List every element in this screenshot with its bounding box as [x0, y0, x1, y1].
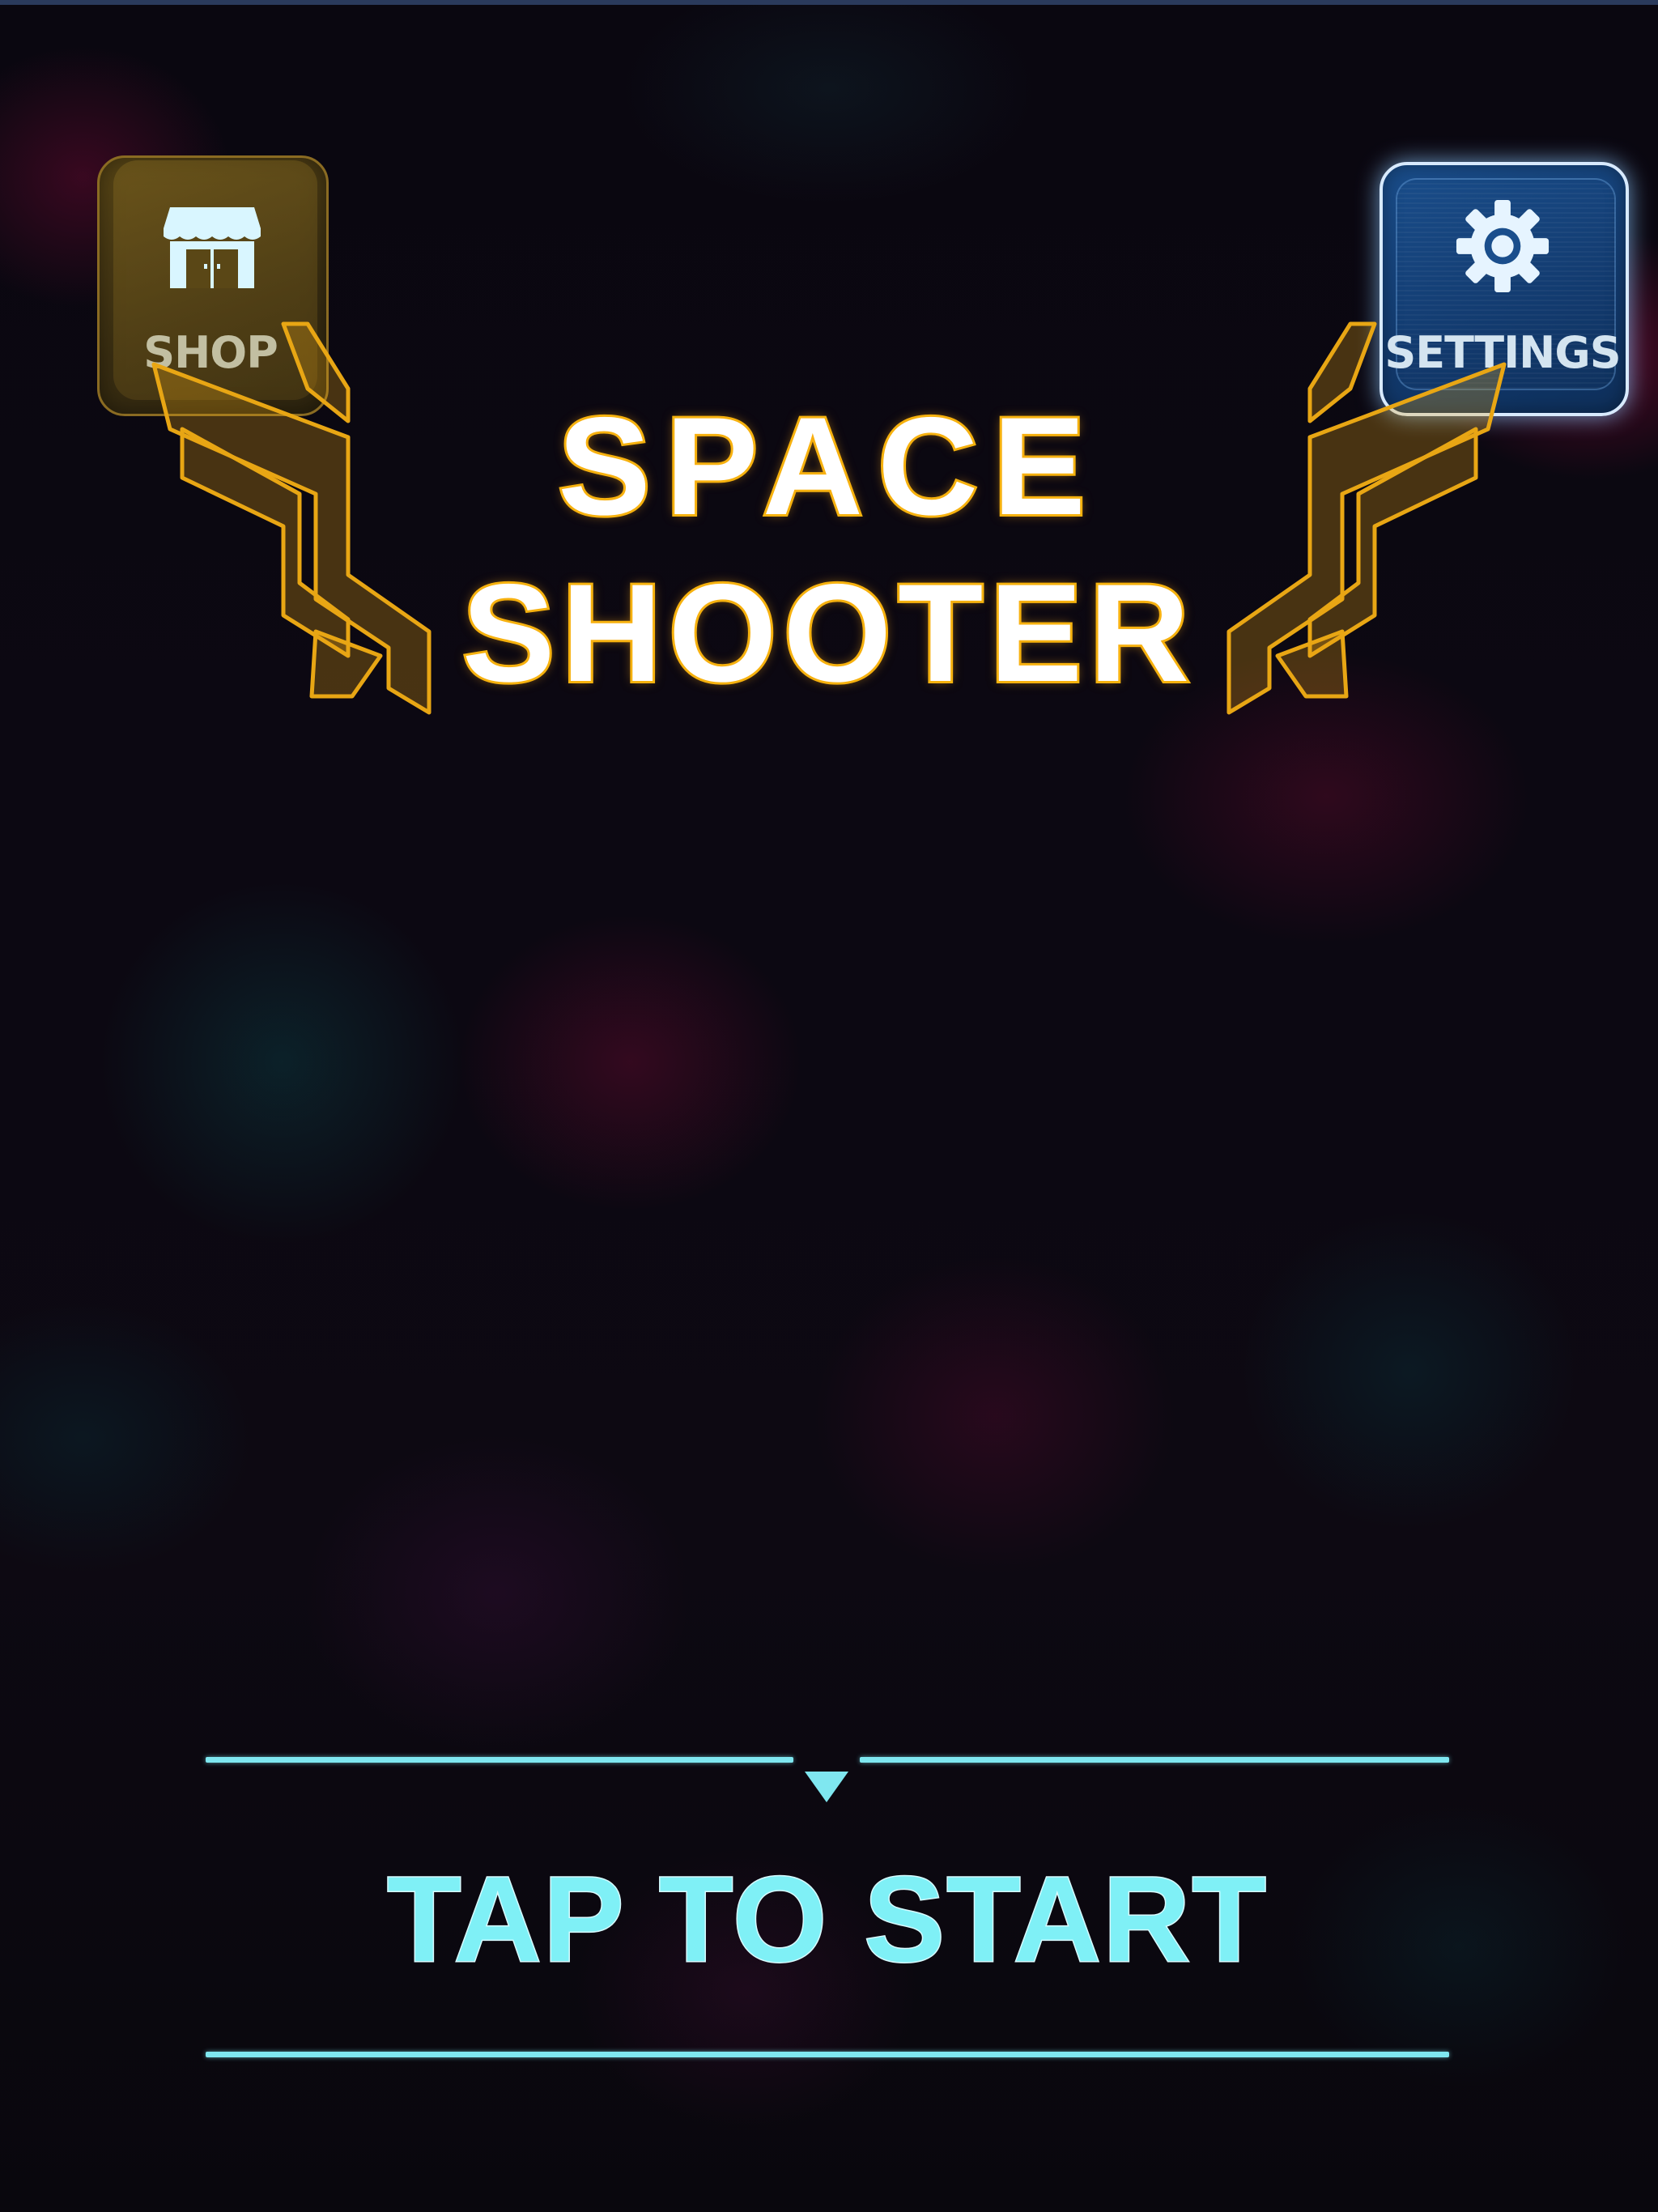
title-line-1: SPACE [555, 389, 1100, 544]
title-line-2: SHOOTER [460, 555, 1197, 711]
start-divider-bottom [206, 2052, 1449, 2057]
shop-icon [164, 207, 261, 288]
tap-to-start-label: TAP TO START [386, 1850, 1268, 1989]
game-screen[interactable]: SHOP SETTINGS SPACE SHOOTER TAP TO START [0, 0, 1658, 2212]
start-divider-top-right [860, 1757, 1449, 1763]
left-wing-ornament [151, 321, 432, 715]
gear-icon [1456, 199, 1550, 293]
right-wing-ornament [1226, 321, 1507, 715]
down-arrow-icon [805, 1772, 848, 1802]
tap-to-start-button[interactable]: TAP TO START [206, 1838, 1449, 1989]
start-divider-top-left [206, 1757, 793, 1763]
game-title: SPACE SHOOTER [424, 389, 1234, 711]
top-edge-bar [0, 0, 1658, 5]
